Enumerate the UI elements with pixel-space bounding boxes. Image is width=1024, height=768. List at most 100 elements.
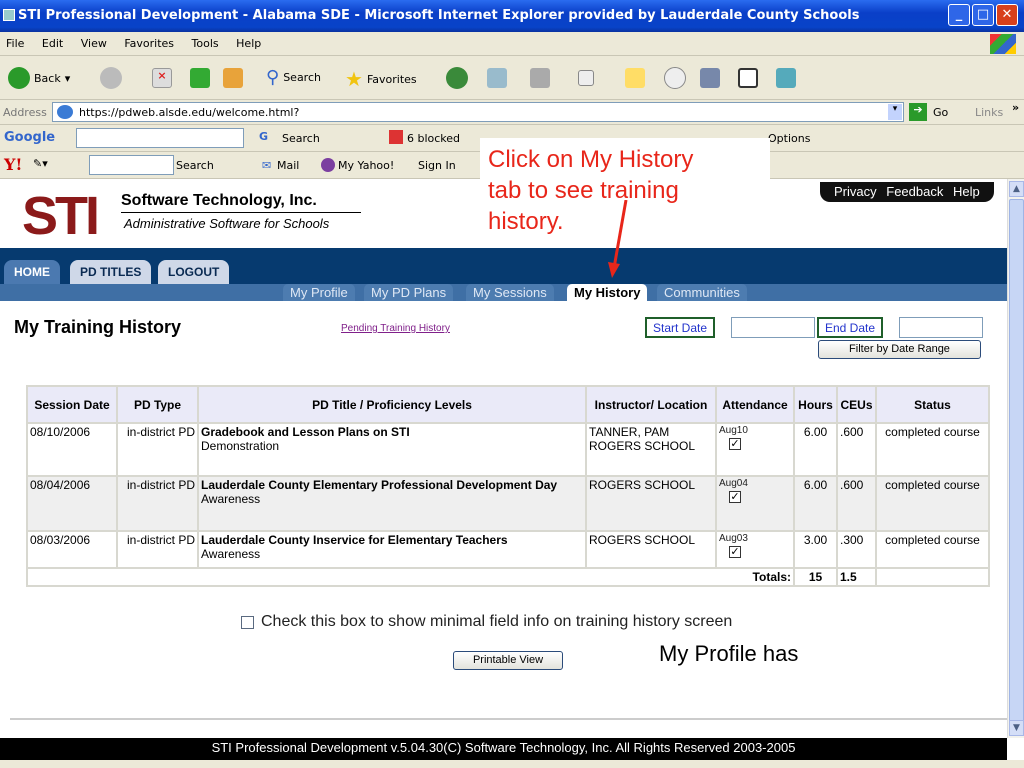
stop-icon[interactable]: ×	[152, 68, 172, 88]
feedback-link[interactable]: Feedback	[886, 184, 943, 199]
back-button[interactable]: Back ▾	[8, 67, 70, 89]
yahoo-mail-button[interactable]: Mail	[277, 159, 299, 172]
proficiency-level: Demonstration	[201, 439, 280, 453]
pencil-icon[interactable]: ✎▾	[33, 157, 48, 170]
col-session-date: Session Date	[26, 385, 118, 424]
google-search-input[interactable]	[76, 128, 244, 148]
home-icon[interactable]	[223, 68, 243, 88]
pd-type: in-district PD	[116, 422, 199, 477]
subtab-my-sessions[interactable]: My Sessions	[466, 284, 554, 301]
start-date-label: Start Date	[645, 317, 716, 338]
subtab-my-pd-plans[interactable]: My PD Plans	[364, 284, 454, 301]
google-logo[interactable]: Google	[4, 130, 55, 145]
blocked-count[interactable]: 6 blocked	[407, 132, 460, 145]
divider	[10, 718, 1007, 720]
popup-blocker-icon	[389, 130, 403, 144]
pending-training-link[interactable]: Pending Training History	[341, 323, 450, 334]
minimize-button[interactable]: _	[948, 4, 970, 26]
minimal-info-checkbox[interactable]	[241, 615, 254, 629]
pd-title: Lauderdale County Inservice for Elementa…	[201, 533, 508, 547]
location: ROGERS SCHOOL	[589, 533, 696, 547]
menu-tools[interactable]: Tools	[192, 37, 219, 50]
filter-date-range-button[interactable]: Filter by Date Range	[818, 340, 981, 359]
subtab-communities[interactable]: Communities	[657, 284, 747, 301]
attendance-date: Aug04	[719, 478, 748, 489]
col-pd-title: PD Title / Proficiency Levels	[197, 385, 587, 424]
pd-type: in-district PD	[116, 475, 199, 532]
print-icon[interactable]	[530, 68, 550, 88]
scroll-down-icon[interactable]: ▼	[1009, 720, 1024, 736]
col-pd-type: PD Type	[116, 385, 199, 424]
page-footer: STI Professional Development v.5.04.30(C…	[0, 738, 1007, 760]
attendance-checkbox[interactable]: ✓	[729, 491, 741, 503]
yahoo-search-button[interactable]: Search	[176, 159, 214, 172]
sign-in-button[interactable]: Sign In	[418, 159, 456, 172]
search-icon: ⚲	[266, 67, 280, 88]
printable-view-button[interactable]: Printable View	[453, 651, 563, 670]
go-button[interactable]: Go	[933, 106, 948, 119]
contacts-icon[interactable]	[776, 68, 796, 88]
privacy-link[interactable]: Privacy	[834, 184, 877, 199]
mail-icon: ✉	[262, 159, 272, 172]
subtab-my-profile[interactable]: My Profile	[283, 284, 355, 301]
session-date: 08/04/2006	[26, 475, 118, 532]
menu-file[interactable]: File	[6, 37, 24, 50]
tab-logout[interactable]: LOGOUT	[158, 260, 230, 284]
scroll-thumb[interactable]	[1009, 199, 1024, 729]
notes-icon[interactable]	[625, 68, 645, 88]
go-arrow-icon[interactable]: ➔	[909, 103, 927, 121]
menu-favorites[interactable]: Favorites	[124, 37, 174, 50]
maximize-button[interactable]: □	[972, 4, 994, 26]
google-options-button[interactable]: Options	[768, 132, 810, 145]
help-link[interactable]: Help	[953, 184, 980, 199]
company-name: Software Technology, Inc.	[121, 192, 361, 213]
menu-edit[interactable]: Edit	[42, 37, 63, 50]
messenger-icon[interactable]	[664, 67, 686, 89]
address-bar: Address https://pdweb.alsde.edu/welcome.…	[0, 100, 1024, 125]
ceus: .300	[836, 530, 877, 569]
attendance-cell: Aug04 ✓	[715, 475, 795, 532]
my-yahoo-button[interactable]: My Yahoo!	[338, 159, 394, 172]
search-button[interactable]: ⚲ Search	[266, 67, 321, 88]
company-tagline: Administrative Software for Schools	[124, 216, 330, 231]
google-search-button[interactable]: Search	[282, 132, 320, 145]
research-icon[interactable]	[700, 68, 720, 88]
source-icon[interactable]	[738, 68, 758, 88]
address-input[interactable]: https://pdweb.alsde.edu/welcome.html?	[52, 102, 904, 122]
start-date-input[interactable]	[731, 317, 815, 338]
totals-empty	[875, 567, 990, 587]
address-dropdown-icon[interactable]: ▾	[888, 104, 902, 120]
menu-help[interactable]: Help	[236, 37, 261, 50]
training-history-table: Session Date PD Type PD Title / Proficie…	[26, 385, 990, 587]
favorites-button[interactable]: ★ Favorites	[345, 67, 417, 91]
attendance-checkbox[interactable]: ✓	[729, 438, 741, 450]
status-bar	[0, 760, 1024, 768]
tab-home[interactable]: HOME	[4, 260, 60, 284]
edit-icon[interactable]	[578, 70, 594, 86]
menu-view[interactable]: View	[81, 37, 107, 50]
pd-title-cell: Lauderdale County Elementary Professiona…	[197, 475, 587, 532]
links-button[interactable]: Links	[975, 106, 1003, 119]
subtab-my-history[interactable]: My History	[567, 284, 648, 301]
refresh-icon[interactable]	[190, 68, 210, 88]
callout-arrow	[608, 200, 628, 278]
close-button[interactable]: ✕	[996, 4, 1018, 26]
forward-button[interactable]	[100, 67, 122, 89]
tab-pd-titles[interactable]: PD TITLES	[70, 260, 152, 284]
attendance-checkbox[interactable]: ✓	[729, 546, 741, 558]
chevron-right-icon[interactable]: »	[1012, 101, 1019, 114]
annotation-text: My Profile has	[659, 641, 799, 666]
scroll-up-icon[interactable]: ▲	[1009, 181, 1024, 197]
google-g-icon: G	[259, 130, 269, 143]
mail-icon[interactable]	[487, 68, 507, 88]
end-date-input[interactable]	[899, 317, 983, 338]
vertical-scrollbar[interactable]: ▲ ▼	[1007, 179, 1024, 738]
menu-bar: File Edit View Favorites Tools Help	[0, 32, 1024, 56]
attendance-cell: Aug10 ✓	[715, 422, 795, 477]
address-label: Address	[3, 106, 47, 119]
yahoo-search-input[interactable]	[89, 155, 174, 175]
star-icon: ★	[345, 67, 363, 91]
yahoo-logo[interactable]: Y!	[4, 155, 22, 174]
title-bar: STI Professional Development - Alabama S…	[0, 0, 1024, 32]
history-icon[interactable]	[446, 67, 468, 89]
